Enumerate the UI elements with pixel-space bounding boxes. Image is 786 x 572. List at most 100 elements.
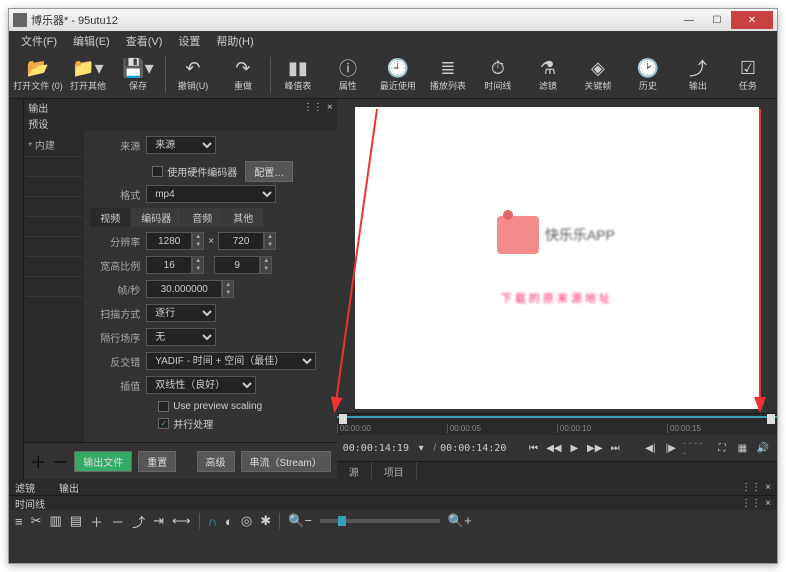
- ripple-icon[interactable]: ◎: [241, 513, 252, 529]
- filters-button[interactable]: ⚗滤镜: [523, 53, 573, 97]
- properties-button[interactable]: ⓘ属性: [323, 53, 373, 97]
- jobs-button[interactable]: ☑任务: [723, 53, 773, 97]
- out-marker[interactable]: [767, 414, 775, 424]
- redo-button[interactable]: ↷重做: [218, 53, 268, 97]
- timeline-ruler[interactable]: 00:00:00 00:00:05 00:00:10 00:00:15: [337, 413, 777, 435]
- undo-button[interactable]: ↶撤销(U): [168, 53, 218, 97]
- scrub-icon[interactable]: ◐: [225, 514, 233, 529]
- minus-icon[interactable]: －: [52, 449, 68, 473]
- preset-builtin[interactable]: * 内建: [26, 133, 82, 157]
- open-other-button[interactable]: 📁▾打开其他: [63, 53, 113, 97]
- close-button[interactable]: ✕: [731, 11, 773, 29]
- export-file-button[interactable]: 输出文件: [74, 451, 132, 472]
- preset-item[interactable]: [26, 237, 82, 257]
- peak-meter-button[interactable]: ▮▮峰值表: [273, 53, 323, 97]
- prev-frame-button[interactable]: ◀|: [642, 439, 658, 457]
- lift-icon[interactable]: ⤴: [132, 512, 145, 531]
- panel-grip-icon[interactable]: ⋮⋮: [303, 102, 323, 113]
- menu-view[interactable]: 查看(V): [118, 31, 171, 51]
- save-button[interactable]: 💾▾保存: [113, 53, 163, 97]
- tab-project[interactable]: 项目: [372, 462, 417, 479]
- timecode-current[interactable]: 00:00:14:19: [343, 443, 409, 454]
- recent-button[interactable]: 🕘最近使用: [373, 53, 423, 97]
- next-frame-button[interactable]: |▶: [663, 439, 679, 457]
- zoom-out-icon[interactable]: 🔍−: [288, 513, 312, 529]
- configure-button[interactable]: 配置…: [245, 161, 293, 182]
- panel-close-icon[interactable]: ×: [765, 498, 771, 509]
- maximize-button[interactable]: ☐: [703, 11, 731, 29]
- panel-grip-icon[interactable]: ⋮⋮: [741, 482, 761, 493]
- menu-help[interactable]: 帮助(H): [208, 31, 261, 51]
- menu-settings[interactable]: 设置: [170, 31, 208, 51]
- timeline-button[interactable]: ⏱时间线: [473, 53, 523, 97]
- res-width-spinner[interactable]: ▲▼: [192, 232, 204, 250]
- aspect-w-spinner[interactable]: ▲▼: [192, 256, 204, 274]
- reset-button[interactable]: 重置: [138, 451, 176, 472]
- copy-icon[interactable]: ▥: [50, 513, 62, 529]
- field-order-select[interactable]: 无: [146, 328, 216, 346]
- res-height-input[interactable]: [218, 232, 264, 250]
- tab-source[interactable]: 源: [337, 462, 372, 479]
- fps-spinner[interactable]: ▲▼: [222, 280, 234, 298]
- aspect-h-spinner[interactable]: ▲▼: [260, 256, 272, 274]
- tc-dropdown-icon[interactable]: ▾: [413, 439, 429, 457]
- menu-file[interactable]: 文件(F): [13, 31, 65, 51]
- menu-icon[interactable]: ≡: [15, 514, 23, 529]
- forward-button[interactable]: ▶▶: [587, 439, 603, 457]
- tab-encoder[interactable]: 编码器: [131, 208, 181, 227]
- preset-item[interactable]: [26, 157, 82, 177]
- paste-icon[interactable]: ▤: [70, 513, 82, 529]
- menu-edit[interactable]: 编辑(E): [65, 31, 118, 51]
- tab-video[interactable]: 视频: [90, 208, 130, 227]
- preset-list[interactable]: * 内建: [24, 131, 84, 442]
- add-icon[interactable]: ＋: [90, 512, 103, 531]
- format-select[interactable]: mp4: [146, 185, 276, 203]
- minimize-button[interactable]: —: [675, 11, 703, 29]
- aspect-w-input[interactable]: [146, 256, 192, 274]
- playlist-button[interactable]: ≣播放列表: [423, 53, 473, 97]
- zoom-fit-icon[interactable]: ⛶: [714, 439, 730, 457]
- parallel-checkbox[interactable]: ✓: [158, 418, 169, 429]
- ripple-all-icon[interactable]: ✱: [260, 513, 271, 529]
- zoom-in-icon[interactable]: 🔍+: [448, 513, 472, 529]
- open-file-button[interactable]: 📂打开文件 (0): [13, 53, 63, 97]
- preset-item[interactable]: [26, 217, 82, 237]
- volume-icon[interactable]: 🔊: [755, 439, 771, 457]
- scan-select[interactable]: 逐行: [146, 304, 216, 322]
- keyframes-button[interactable]: ◈关键帧: [573, 53, 623, 97]
- tab-other[interactable]: 其他: [223, 208, 263, 227]
- play-button[interactable]: ▶: [566, 439, 582, 457]
- skip-prev-button[interactable]: ⏮: [525, 439, 541, 457]
- res-height-spinner[interactable]: ▲▼: [264, 232, 276, 250]
- stream-button[interactable]: 串流（Stream）: [241, 451, 331, 472]
- fps-input[interactable]: [146, 280, 222, 298]
- advanced-button[interactable]: 高级: [197, 451, 235, 472]
- snap-icon[interactable]: ∩: [208, 514, 217, 529]
- export-button[interactable]: ⤴输出: [673, 53, 723, 97]
- skip-next-button[interactable]: ⏭: [607, 439, 623, 457]
- grid-icon[interactable]: ▦: [734, 439, 750, 457]
- res-width-input[interactable]: [146, 232, 192, 250]
- plus-icon[interactable]: ＋: [30, 449, 46, 473]
- preview-scaling-checkbox[interactable]: [158, 401, 169, 412]
- preset-item[interactable]: [26, 277, 82, 297]
- history-button[interactable]: 🕑历史: [623, 53, 673, 97]
- preset-item[interactable]: [26, 177, 82, 197]
- in-marker[interactable]: [339, 414, 347, 424]
- aspect-h-input[interactable]: [214, 256, 260, 274]
- remove-icon[interactable]: －: [111, 512, 124, 531]
- preset-item[interactable]: [26, 257, 82, 277]
- overwrite-icon[interactable]: ⇥: [153, 513, 164, 529]
- split-icon[interactable]: ⟷: [172, 513, 191, 529]
- zoom-slider[interactable]: [320, 519, 440, 523]
- panel-close-icon[interactable]: ×: [765, 482, 771, 493]
- rewind-button[interactable]: ◀◀: [546, 439, 562, 457]
- panel-grip-icon[interactable]: ⋮⋮: [741, 498, 761, 509]
- cut-icon[interactable]: ✂: [31, 513, 42, 529]
- preset-item[interactable]: [26, 197, 82, 217]
- hw-encoder-checkbox[interactable]: [152, 166, 163, 177]
- source-select[interactable]: 来源: [146, 136, 216, 154]
- interp-select[interactable]: 双线性（良好）: [146, 376, 256, 394]
- deinterlace-select[interactable]: YADIF - 时间 + 空间（最佳）: [146, 352, 316, 370]
- tab-audio[interactable]: 音频: [182, 208, 222, 227]
